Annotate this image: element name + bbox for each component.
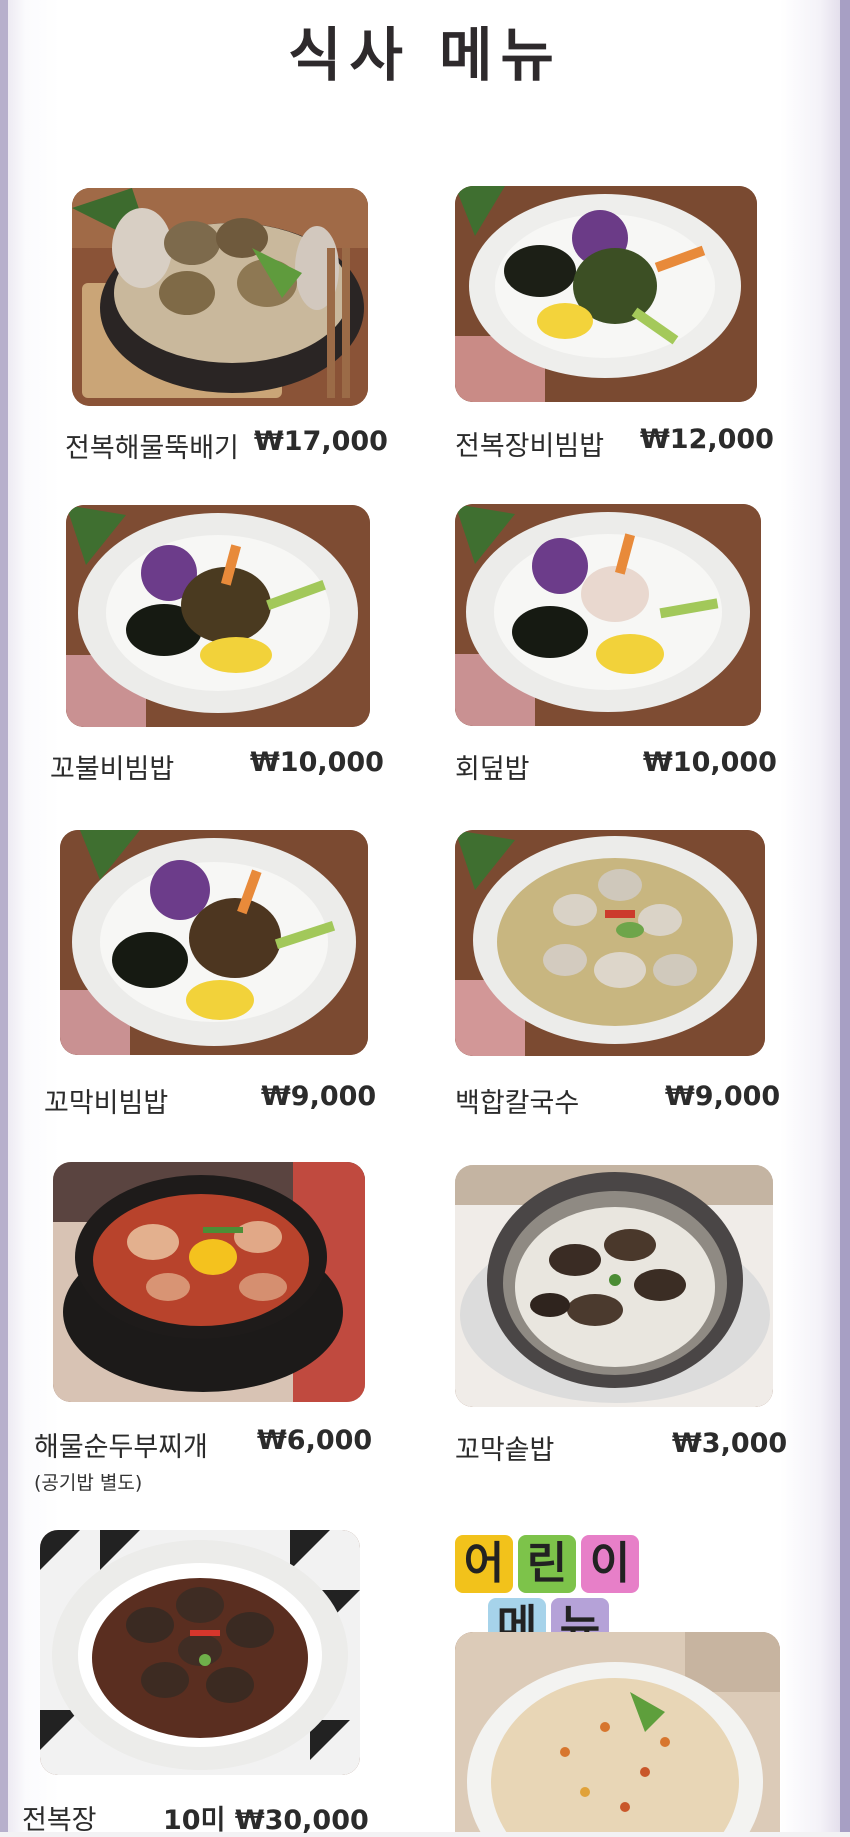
photo-abalone-hotpot bbox=[72, 188, 368, 406]
photo-kkomak-bibimbap bbox=[60, 830, 368, 1055]
item-price: ₩10,000 bbox=[643, 747, 777, 778]
item-name: 꼬막솥밥 bbox=[455, 1435, 555, 1466]
photo-sundubu-jjigae bbox=[53, 1162, 365, 1402]
photo-jeonbokjang bbox=[40, 1530, 360, 1775]
item-price: ₩9,000 bbox=[261, 1081, 377, 1112]
item-note: (공기밥 별도) bbox=[34, 1472, 143, 1494]
kids-menu-char: 이 bbox=[581, 1535, 639, 1593]
item-price: ₩17,000 bbox=[254, 426, 388, 457]
photo-gobul-bibimbap bbox=[66, 505, 370, 727]
photo-abalone-bibimbap bbox=[455, 186, 757, 402]
item-price: ₩3,000 bbox=[672, 1428, 788, 1459]
left-border bbox=[0, 0, 8, 1832]
item-name: 백합칼국수 bbox=[455, 1088, 580, 1119]
page-title: 식사 메뉴 bbox=[288, 21, 562, 89]
item-price: 10미 ₩30,000 bbox=[163, 1805, 369, 1836]
item-name: 전복장비빔밥 bbox=[455, 431, 605, 462]
item-name: 꼬막비빔밥 bbox=[44, 1088, 169, 1119]
kids-menu-char: 어 bbox=[455, 1535, 513, 1593]
photo-kkomak-sotbap bbox=[455, 1165, 773, 1407]
item-price: ₩9,000 bbox=[665, 1081, 781, 1112]
item-name: 전복해물뚝배기 bbox=[65, 433, 239, 464]
right-border bbox=[840, 0, 850, 1832]
kids-menu-char: 린 bbox=[518, 1535, 576, 1593]
menu-page: 식사 메뉴 전복해물뚝배기 ₩17,000 전복장비빔밥 ₩12,000 꼬불비… bbox=[0, 0, 850, 1836]
item-price: ₩6,000 bbox=[257, 1425, 373, 1456]
photo-baekhap-kalguksu bbox=[455, 830, 765, 1056]
item-name: 꼬불비빔밥 bbox=[50, 754, 175, 785]
item-price: ₩10,000 bbox=[250, 747, 384, 778]
photo-kids-fried-rice bbox=[455, 1632, 780, 1832]
photo-hoedeopbap bbox=[455, 504, 761, 726]
item-price: ₩12,000 bbox=[640, 424, 774, 455]
item-name: 회덮밥 bbox=[455, 754, 530, 785]
item-name: 해물순두부찌개 bbox=[34, 1432, 208, 1463]
item-name: 전복장 bbox=[22, 1805, 97, 1836]
